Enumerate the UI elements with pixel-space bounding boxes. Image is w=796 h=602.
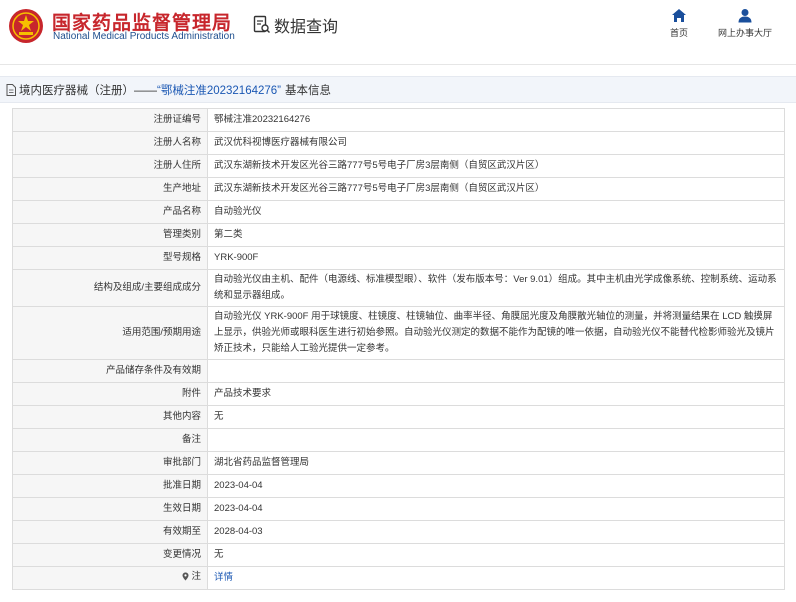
row-key: 注册人住所 [12, 154, 208, 178]
row-key: 管理类别 [12, 223, 208, 247]
table-row: 变更情况 无 [12, 543, 785, 567]
row-key-note: 注 [12, 566, 208, 590]
row-value [207, 428, 785, 452]
row-key: 审批部门 [12, 451, 208, 475]
user-icon [738, 9, 752, 23]
row-key: 注册证编号 [12, 108, 208, 132]
header-divider [0, 64, 796, 65]
registration-detail-table: 注册证编号 鄂械注准20232164276 注册人名称 武汉优科视博医疗器械有限… [12, 108, 785, 590]
row-value: 鄂械注准20232164276 [207, 108, 785, 132]
row-key: 生效日期 [12, 497, 208, 521]
row-value: 产品技术要求 [207, 382, 785, 406]
row-value-text: 自动验光仪 YRK-900F 用于球镜度、柱镜度、柱镜轴位、曲率半径、角膜屈光度… [214, 311, 775, 354]
row-value: 自动验光仪 [207, 200, 785, 224]
row-key: 有效期至 [12, 520, 208, 544]
table-row: 备注 [12, 428, 785, 452]
home-icon [672, 9, 686, 22]
row-value: 自动验光仪 YRK-900F 用于球镜度、柱镜度、柱镜轴位、曲率半径、角膜屈光度… [207, 306, 785, 360]
note-key: 注 [182, 569, 201, 585]
nav-home-button[interactable]: 首页 [644, 8, 714, 44]
table-row: 注册人名称 武汉优科视博医疗器械有限公司 [12, 131, 785, 155]
row-key: 变更情况 [12, 543, 208, 567]
row-value: 无 [207, 405, 785, 429]
table-row: 其他内容 无 [12, 405, 785, 429]
breadcrumb: 境内医疗器械（注册）—— “鄂械注准20232164276” 基本信息 [0, 76, 796, 103]
table-row: 审批部门 湖北省药品监督管理局 [12, 451, 785, 475]
table-row: 有效期至 2028-04-03 [12, 520, 785, 544]
row-value: 2028-04-03 [207, 520, 785, 544]
row-value-text: 自动验光仪由主机、配件（电源线、标准模型眼）、软件（发布版本号：Ver 9.01… [214, 274, 777, 301]
table-row: 型号规格 YRK-900F [12, 246, 785, 270]
row-value: 第二类 [207, 223, 785, 247]
table-row: 适用范围/预期用途 自动验光仪 YRK-900F 用于球镜度、柱镜度、柱镜轴位、… [12, 306, 785, 360]
row-value: 湖北省药品监督管理局 [207, 451, 785, 475]
table-row: 注册证编号 鄂械注准20232164276 [12, 108, 785, 132]
table-row: 产品储存条件及有效期 [12, 359, 785, 383]
nav-online-hall-button[interactable]: 网上办事大厅 [710, 8, 780, 44]
row-key: 结构及组成/主要组成成分 [12, 269, 208, 307]
row-value: 武汉东湖新技术开发区光谷三路777号5号电子厂房3层南侧（自贸区武汉片区） [207, 154, 785, 178]
document-search-icon [253, 15, 270, 33]
table-row: 附件 产品技术要求 [12, 382, 785, 406]
row-value: 武汉东湖新技术开发区光谷三路777号5号电子厂房3层南侧（自贸区武汉片区） [207, 177, 785, 201]
data-query-title: 数据查询 [253, 14, 338, 36]
row-value [207, 359, 785, 383]
nav-online-hall-label: 网上办事大厅 [717, 28, 772, 38]
row-key: 产品储存条件及有效期 [12, 359, 208, 383]
document-icon [6, 83, 16, 96]
row-value: 武汉优科视博医疗器械有限公司 [207, 131, 785, 155]
row-key: 批准日期 [12, 474, 208, 498]
brand-title-en: National Medical Products Administration [53, 31, 235, 42]
row-value: 详情 [207, 566, 785, 590]
table-row: 产品名称 自动验光仪 [12, 200, 785, 224]
row-value: 自动验光仪由主机、配件（电源线、标准模型眼）、软件（发布版本号：Ver 9.01… [207, 269, 785, 307]
row-key: 适用范围/预期用途 [12, 306, 208, 360]
row-value: 2023-04-04 [207, 497, 785, 521]
breadcrumb-prefix: 境内医疗器械（注册）—— [19, 84, 157, 97]
national-emblem-logo [9, 9, 43, 43]
site-header: 国家药品监督管理局 National Medical Products Admi… [0, 0, 796, 64]
row-key: 注册人名称 [12, 131, 208, 155]
table-row: 批准日期 2023-04-04 [12, 474, 785, 498]
table-row: 生效日期 2023-04-04 [12, 497, 785, 521]
breadcrumb-highlight: “鄂械注准20232164276” [157, 84, 282, 97]
table-row: 注册人住所 武汉东湖新技术开发区光谷三路777号5号电子厂房3层南侧（自贸区武汉… [12, 154, 785, 178]
details-link[interactable]: 详情 [214, 572, 233, 583]
row-value: 2023-04-04 [207, 474, 785, 498]
location-pin-icon [182, 572, 189, 581]
table-row: 结构及组成/主要组成成分 自动验光仪由主机、配件（电源线、标准模型眼）、软件（发… [12, 269, 785, 307]
breadcrumb-suffix: 基本信息 [285, 84, 332, 97]
row-key: 备注 [12, 428, 208, 452]
nav-home-label: 首页 [669, 28, 688, 38]
row-key: 其他内容 [12, 405, 208, 429]
row-value: 无 [207, 543, 785, 567]
query-title-text: 数据查询 [274, 19, 339, 36]
table-row: 生产地址 武汉东湖新技术开发区光谷三路777号5号电子厂房3层南侧（自贸区武汉片… [12, 177, 785, 201]
table-row: 管理类别 第二类 [12, 223, 785, 247]
note-key-label: 注 [191, 570, 201, 582]
row-key: 附件 [12, 382, 208, 406]
row-key: 产品名称 [12, 200, 208, 224]
row-key: 型号规格 [12, 246, 208, 270]
table-row: 注 详情 [12, 566, 785, 590]
row-value: YRK-900F [207, 246, 785, 270]
row-key: 生产地址 [12, 177, 208, 201]
